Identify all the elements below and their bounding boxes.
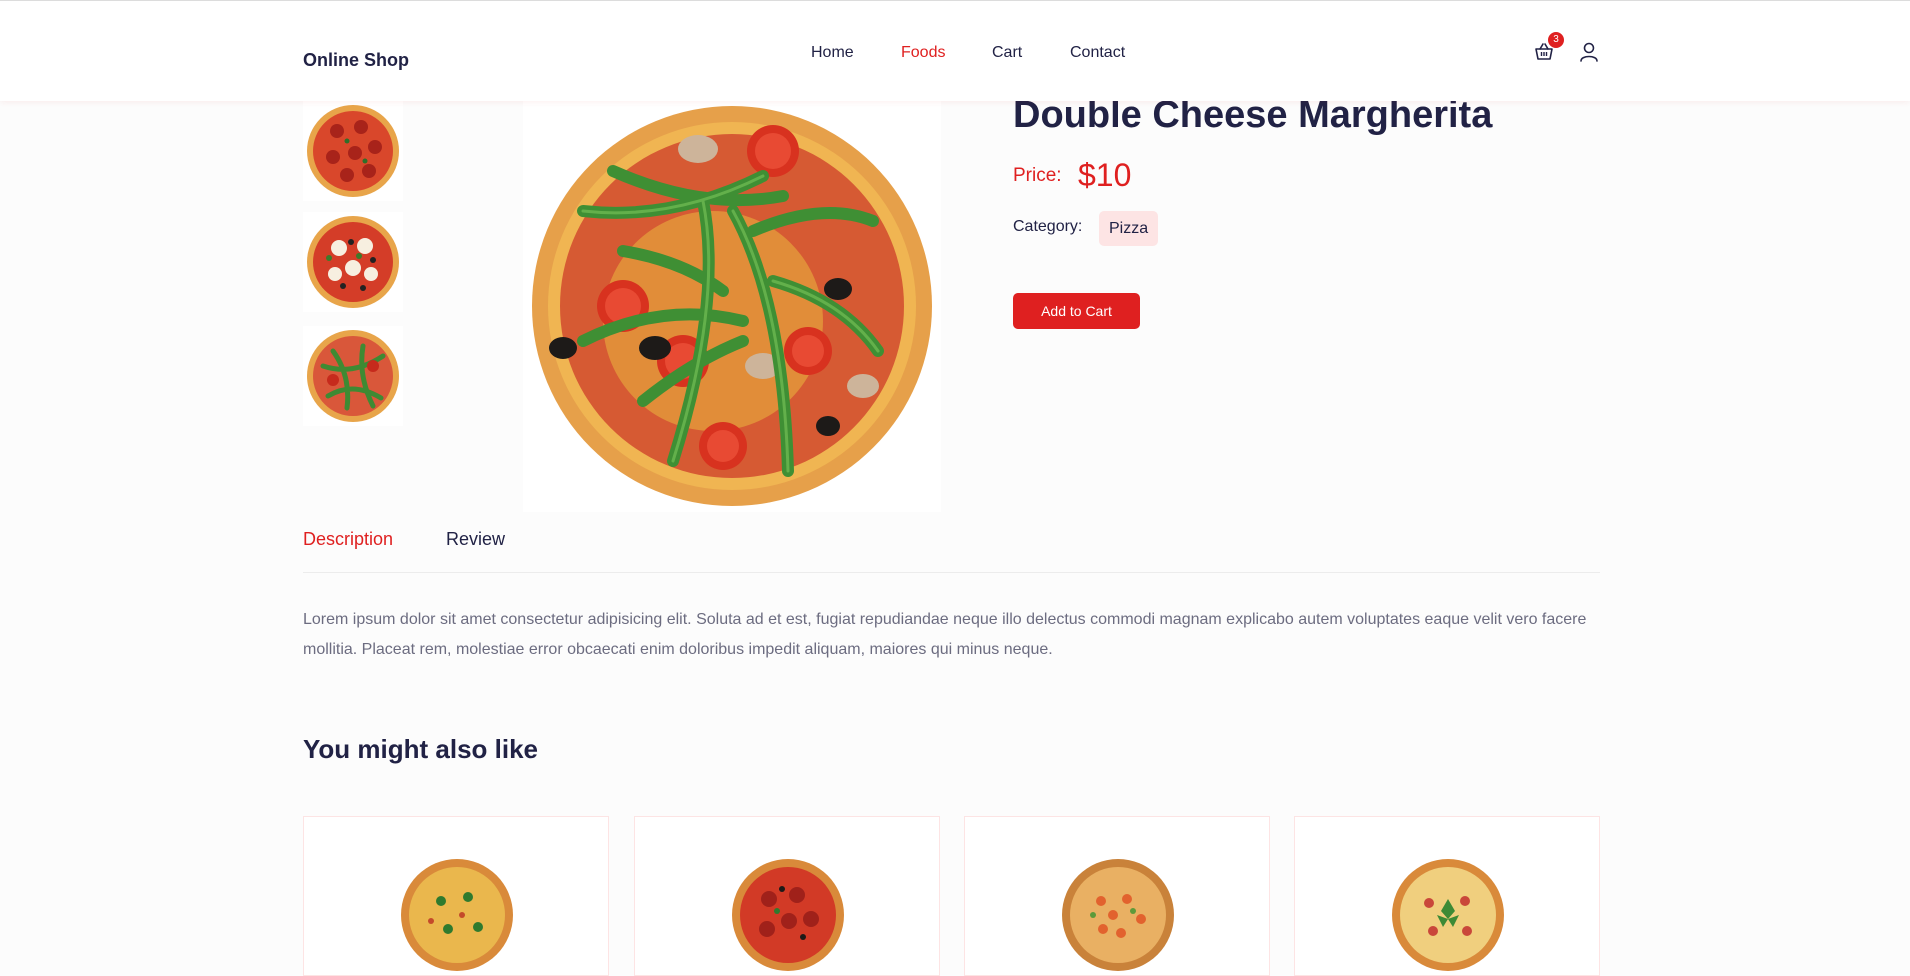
product-main-image [523,101,941,512]
logo[interactable]: Online Shop [303,50,409,71]
nav-contact[interactable]: Contact [1070,44,1125,62]
category-label: Category: [1013,218,1083,235]
related-product-card[interactable] [1294,816,1600,976]
related-product-card[interactable] [634,816,940,976]
thumbnail-mozzarella-olive-pizza[interactable] [303,212,403,312]
price-label: Price: [1013,165,1062,186]
add-to-cart-button[interactable]: Add to Cart [1013,293,1140,329]
category-badge[interactable]: Pizza [1099,211,1159,246]
related-product-card[interactable] [964,816,1270,976]
tab-divider [303,572,1600,573]
nav-home[interactable]: Home [811,44,854,62]
related-product-image [396,849,518,971]
cart-count-badge: 3 [1548,32,1564,48]
nav-cart[interactable]: Cart [992,44,1022,62]
related-product-card[interactable] [303,816,609,976]
user-icon[interactable] [1578,41,1600,63]
related-product-image [1387,849,1509,971]
product-description: Lorem ipsum dolor sit amet consectetur a… [303,611,1587,658]
tab-description[interactable]: Description [303,529,393,550]
nav-foods[interactable]: Foods [901,44,945,62]
related-product-image [727,849,849,971]
thumbnail-arugula-pizza[interactable] [303,326,403,426]
related-products-title: You might also like [303,734,539,764]
price-value: $10 [1078,157,1132,193]
tab-review[interactable]: Review [446,529,505,550]
site-header: Online Shop Home Foods Cart Contact 3 [0,0,1910,101]
related-product-image [1057,849,1179,971]
thumbnail-pepperoni-pizza[interactable] [303,101,403,201]
